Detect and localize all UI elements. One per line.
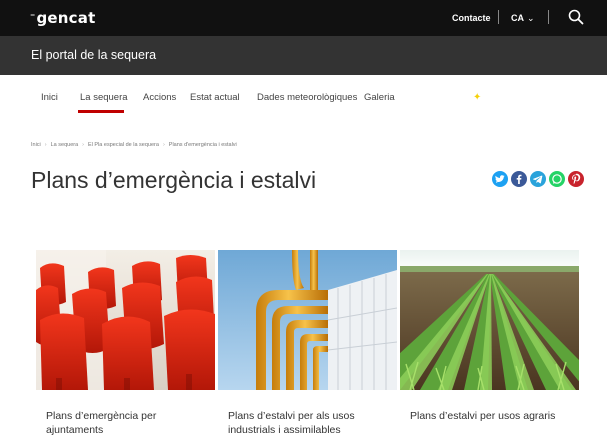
- pinterest-icon[interactable]: [568, 171, 584, 187]
- card-image-pipes[interactable]: [218, 250, 397, 390]
- card-industrials[interactable]: Plans d’estalvi per als usos industrials…: [218, 250, 397, 437]
- site-title-bar: El portal de la sequera: [0, 36, 607, 75]
- nav-item-la-sequera[interactable]: La sequera: [80, 92, 128, 103]
- search-icon[interactable]: [567, 8, 585, 26]
- facebook-icon[interactable]: [511, 171, 527, 187]
- breadcrumb-item[interactable]: El Pla especial de la sequera: [88, 142, 159, 148]
- card-title[interactable]: Plans d’estalvi per als usos industrials…: [228, 409, 397, 437]
- breadcrumb-item[interactable]: Inici: [31, 142, 41, 148]
- breadcrumb-item[interactable]: La sequera: [51, 142, 79, 148]
- card-title[interactable]: Plans d’emergència per ajuntaments: [46, 409, 215, 437]
- logo-text: gencat: [36, 9, 96, 27]
- top-bar: ⁼gencat Contacte CA ⌄: [0, 0, 607, 36]
- logo-mark: ⁼: [30, 12, 36, 23]
- card-image-red-chairs[interactable]: [36, 250, 215, 390]
- main-nav: Inici La sequera Accions Estat actual Da…: [0, 75, 607, 123]
- twitter-icon[interactable]: [492, 171, 508, 187]
- nav-active-indicator: [78, 110, 124, 113]
- divider: [548, 10, 549, 24]
- nav-item-inici[interactable]: Inici: [41, 92, 58, 103]
- sparkle-icon: ✦: [473, 92, 482, 103]
- divider: [498, 10, 499, 24]
- site-title[interactable]: El portal de la sequera: [31, 48, 156, 62]
- card-ajuntaments[interactable]: Plans d’emergència per ajuntaments: [36, 250, 215, 437]
- whatsapp-icon[interactable]: [549, 171, 565, 187]
- card-image-field[interactable]: [400, 250, 579, 390]
- language-label: CA: [511, 13, 524, 23]
- contact-link[interactable]: Contacte: [452, 13, 491, 23]
- nav-item-accions[interactable]: Accions: [143, 92, 176, 103]
- breadcrumb-current: Plans d'emergència i estalvi: [168, 142, 237, 148]
- gencat-logo[interactable]: ⁼gencat: [30, 9, 95, 27]
- breadcrumb: Inici › La sequera › El Pla especial de la s…: [31, 142, 237, 148]
- card-title[interactable]: Plans d’estalvi per usos agraris: [410, 409, 579, 423]
- chevron-down-icon: ⌄: [527, 13, 535, 23]
- telegram-icon[interactable]: [530, 171, 546, 187]
- language-selector[interactable]: CA ⌄: [511, 13, 535, 24]
- nav-item-estat-actual[interactable]: Estat actual: [190, 92, 240, 103]
- card-agraris[interactable]: Plans d’estalvi per usos agraris: [400, 250, 579, 423]
- nav-item-galeria[interactable]: Galeria: [364, 92, 395, 103]
- nav-item-dades-meteorologiques[interactable]: Dades meteorològiques: [257, 92, 357, 103]
- page-title: Plans d’emergència i estalvi: [31, 167, 317, 193]
